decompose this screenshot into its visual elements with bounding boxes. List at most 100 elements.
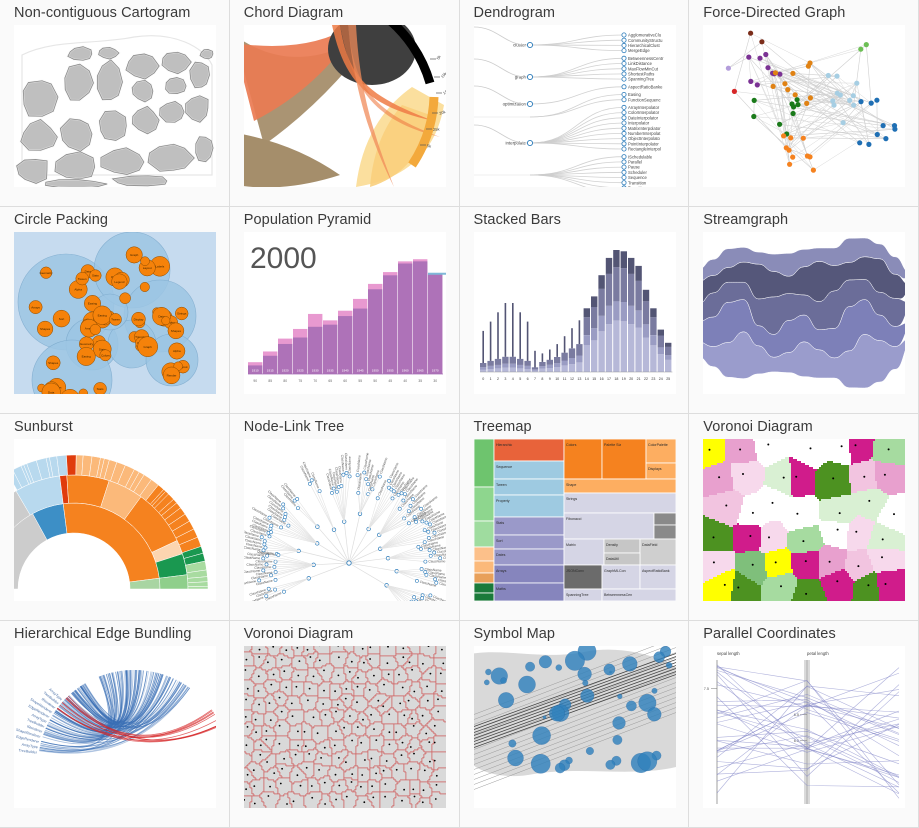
svg-text:Tween: Tween bbox=[496, 483, 507, 487]
gallery-card-voronoi-diagram-2[interactable]: Voronoi Diagram bbox=[230, 621, 460, 828]
svg-text:19: 19 bbox=[621, 377, 625, 381]
svg-text:11: 11 bbox=[562, 377, 566, 381]
card-title-voronoi-diagram-2: Voronoi Diagram bbox=[230, 624, 459, 646]
card-thumbnail-treemap[interactable]: HierarchicSequenceTweenPropertyStatsSort… bbox=[474, 439, 676, 601]
svg-text:13: 13 bbox=[577, 377, 581, 381]
gallery-card-parallel-coordinates[interactable]: Parallel Coordinatessepal lengthpetal le… bbox=[689, 621, 919, 828]
gallery-card-dendrogram[interactable]: DendrogramAgglomerativeCluCommunityStruc… bbox=[460, 0, 690, 207]
gallery-card-population-pyramid[interactable]: Population Pyramid2000191090191585192080… bbox=[230, 207, 460, 414]
gallery-card-circle-packing[interactable]: Circle PackingAlphaShapesStringsDisplayD… bbox=[0, 207, 230, 414]
gallery-card-streamgraph[interactable]: Streamgraph bbox=[689, 207, 919, 414]
svg-text:RectangleInterpol: RectangleInterpol bbox=[628, 147, 661, 152]
svg-text:55: 55 bbox=[358, 379, 362, 383]
card-thumbnail-force-directed-graph[interactable] bbox=[703, 25, 905, 187]
svg-text:Arrays: Arrays bbox=[31, 305, 40, 309]
svg-text:6: 6 bbox=[526, 377, 528, 381]
card-thumbnail-hierarchical-edge-bundling[interactable]: TreeBuilderArrayTypeEdgeRendererShapeRen… bbox=[14, 646, 216, 808]
card-title-streamgraph: Streamgraph bbox=[689, 210, 918, 232]
svg-text:Geometry: Geometry bbox=[40, 271, 54, 275]
card-thumbnail-chord-diagram[interactable]: 5k10k15k20k25k5k bbox=[244, 25, 446, 187]
svg-text:1910: 1910 bbox=[252, 369, 259, 373]
svg-text:Colors: Colors bbox=[101, 354, 110, 358]
card-title-non-contiguous-cartogram: Non-contiguous Cartogram bbox=[0, 3, 229, 25]
svg-text:1970: 1970 bbox=[432, 369, 439, 373]
card-title-hierarchical-edge-bundling: Hierarchical Edge Bundling bbox=[0, 624, 229, 646]
svg-text:21: 21 bbox=[636, 377, 640, 381]
card-thumbnail-circle-packing[interactable]: AlphaShapesStringsDisplayDataSortStatsGe… bbox=[14, 232, 216, 394]
svg-text:Tween: Tween bbox=[111, 318, 120, 322]
gallery-card-stacked-bars[interactable]: Stacked Bars0123456789101112131415161718… bbox=[460, 207, 690, 414]
card-thumbnail-voronoi-diagram-2[interactable] bbox=[244, 646, 446, 808]
gallery-card-sunburst[interactable]: Sunburst bbox=[0, 414, 230, 621]
svg-text:15: 15 bbox=[592, 377, 596, 381]
svg-text:Arrays: Arrays bbox=[496, 569, 507, 573]
card-thumbnail-symbol-map[interactable] bbox=[474, 646, 676, 808]
svg-text:Alpha: Alpha bbox=[74, 288, 82, 292]
gallery-card-hierarchical-edge-bundling[interactable]: Hierarchical Edge BundlingTreeBuilderArr… bbox=[0, 621, 230, 828]
gallery-card-non-contiguous-cartogram[interactable]: Non-contiguous Cartogram bbox=[0, 0, 230, 207]
card-thumbnail-node-link-tree[interactable]: ClassNameClassNameClassNameClassNameClas… bbox=[244, 439, 446, 601]
svg-text:3: 3 bbox=[504, 377, 506, 381]
card-title-stacked-bars: Stacked Bars bbox=[460, 210, 689, 232]
svg-text:Density: Density bbox=[606, 543, 618, 547]
card-thumbnail-dendrogram[interactable]: AgglomerativeCluCommunityStructuHierarch… bbox=[474, 25, 676, 187]
svg-text:50: 50 bbox=[373, 379, 377, 383]
card-title-treemap: Treemap bbox=[460, 417, 689, 439]
card-thumbnail-population-pyramid[interactable]: 2000191090191585192080192575193070193565… bbox=[244, 232, 446, 394]
svg-text:Strings: Strings bbox=[566, 497, 577, 501]
svg-text:Dates: Dates bbox=[496, 553, 506, 557]
svg-text:Geometry: Geometry bbox=[80, 342, 94, 346]
gallery-card-treemap[interactable]: TreemapHierarchicSequenceTweenPropertySt… bbox=[460, 414, 690, 621]
svg-text:Shapes: Shapes bbox=[48, 361, 59, 365]
svg-text:2: 2 bbox=[497, 377, 499, 381]
card-thumbnail-parallel-coordinates[interactable]: sepal lengthpetal length7.56.56.0 bbox=[703, 646, 905, 808]
svg-text:1930: 1930 bbox=[312, 369, 319, 373]
gallery-card-node-link-tree[interactable]: Node-Link TreeClassNameClassNameClassNam… bbox=[230, 414, 460, 621]
svg-text:1960: 1960 bbox=[402, 369, 409, 373]
svg-text:Easing: Easing bbox=[98, 313, 108, 317]
svg-text:7: 7 bbox=[534, 377, 536, 381]
svg-text:90: 90 bbox=[253, 379, 257, 383]
svg-text:1955: 1955 bbox=[387, 369, 394, 373]
svg-text:5: 5 bbox=[519, 377, 521, 381]
svg-text:Stats: Stats bbox=[97, 387, 104, 391]
svg-text:12: 12 bbox=[570, 377, 574, 381]
card-thumbnail-non-contiguous-cartogram[interactable] bbox=[14, 25, 216, 187]
svg-text:22: 22 bbox=[644, 377, 648, 381]
svg-text:Hierarchic: Hierarchic bbox=[496, 443, 512, 447]
svg-text:60: 60 bbox=[343, 379, 347, 383]
svg-text:35: 35 bbox=[418, 379, 422, 383]
svg-text:1925: 1925 bbox=[297, 369, 304, 373]
svg-text:Matrix: Matrix bbox=[566, 543, 576, 547]
svg-text:Layout: Layout bbox=[143, 266, 152, 270]
gallery-card-symbol-map[interactable]: Symbol Map bbox=[460, 621, 690, 828]
svg-text:DataUtil: DataUtil bbox=[606, 557, 619, 561]
gallery-card-force-directed-graph[interactable]: Force-Directed Graph bbox=[689, 0, 919, 207]
card-thumbnail-streamgraph[interactable] bbox=[703, 232, 905, 394]
svg-text:1945: 1945 bbox=[357, 369, 364, 373]
svg-text:Palette Siz: Palette Siz bbox=[604, 443, 621, 447]
visualization-gallery: Non-contiguous CartogramChord Diagram5k1… bbox=[0, 0, 919, 828]
card-thumbnail-voronoi-diagram[interactable] bbox=[703, 439, 905, 601]
card-title-symbol-map: Symbol Map bbox=[460, 624, 689, 646]
svg-text:24: 24 bbox=[658, 377, 662, 381]
card-thumbnail-stacked-bars[interactable]: 0123456789101112131415161718192021222324… bbox=[474, 232, 676, 394]
svg-text:Displays: Displays bbox=[648, 467, 662, 471]
svg-text:9: 9 bbox=[548, 377, 550, 381]
svg-text:40: 40 bbox=[403, 379, 407, 383]
svg-text:70: 70 bbox=[313, 379, 317, 383]
gallery-card-chord-diagram[interactable]: Chord Diagram5k10k15k20k25k5k bbox=[230, 0, 460, 207]
card-title-node-link-tree: Node-Link Tree bbox=[230, 417, 459, 439]
svg-text:Shape: Shape bbox=[566, 483, 576, 487]
card-thumbnail-sunburst[interactable] bbox=[14, 439, 216, 601]
svg-text:Legend: Legend bbox=[114, 280, 124, 284]
svg-text:75: 75 bbox=[298, 379, 302, 383]
card-title-circle-packing: Circle Packing bbox=[0, 210, 229, 232]
svg-text:1: 1 bbox=[489, 377, 491, 381]
svg-text:5k: 5k bbox=[426, 143, 431, 149]
svg-text:Shapes: Shapes bbox=[40, 327, 51, 331]
svg-text:Easing: Easing bbox=[82, 355, 92, 359]
svg-text:14: 14 bbox=[584, 377, 588, 381]
svg-text:65: 65 bbox=[328, 379, 332, 383]
gallery-card-voronoi-diagram[interactable]: Voronoi Diagram bbox=[689, 414, 919, 621]
